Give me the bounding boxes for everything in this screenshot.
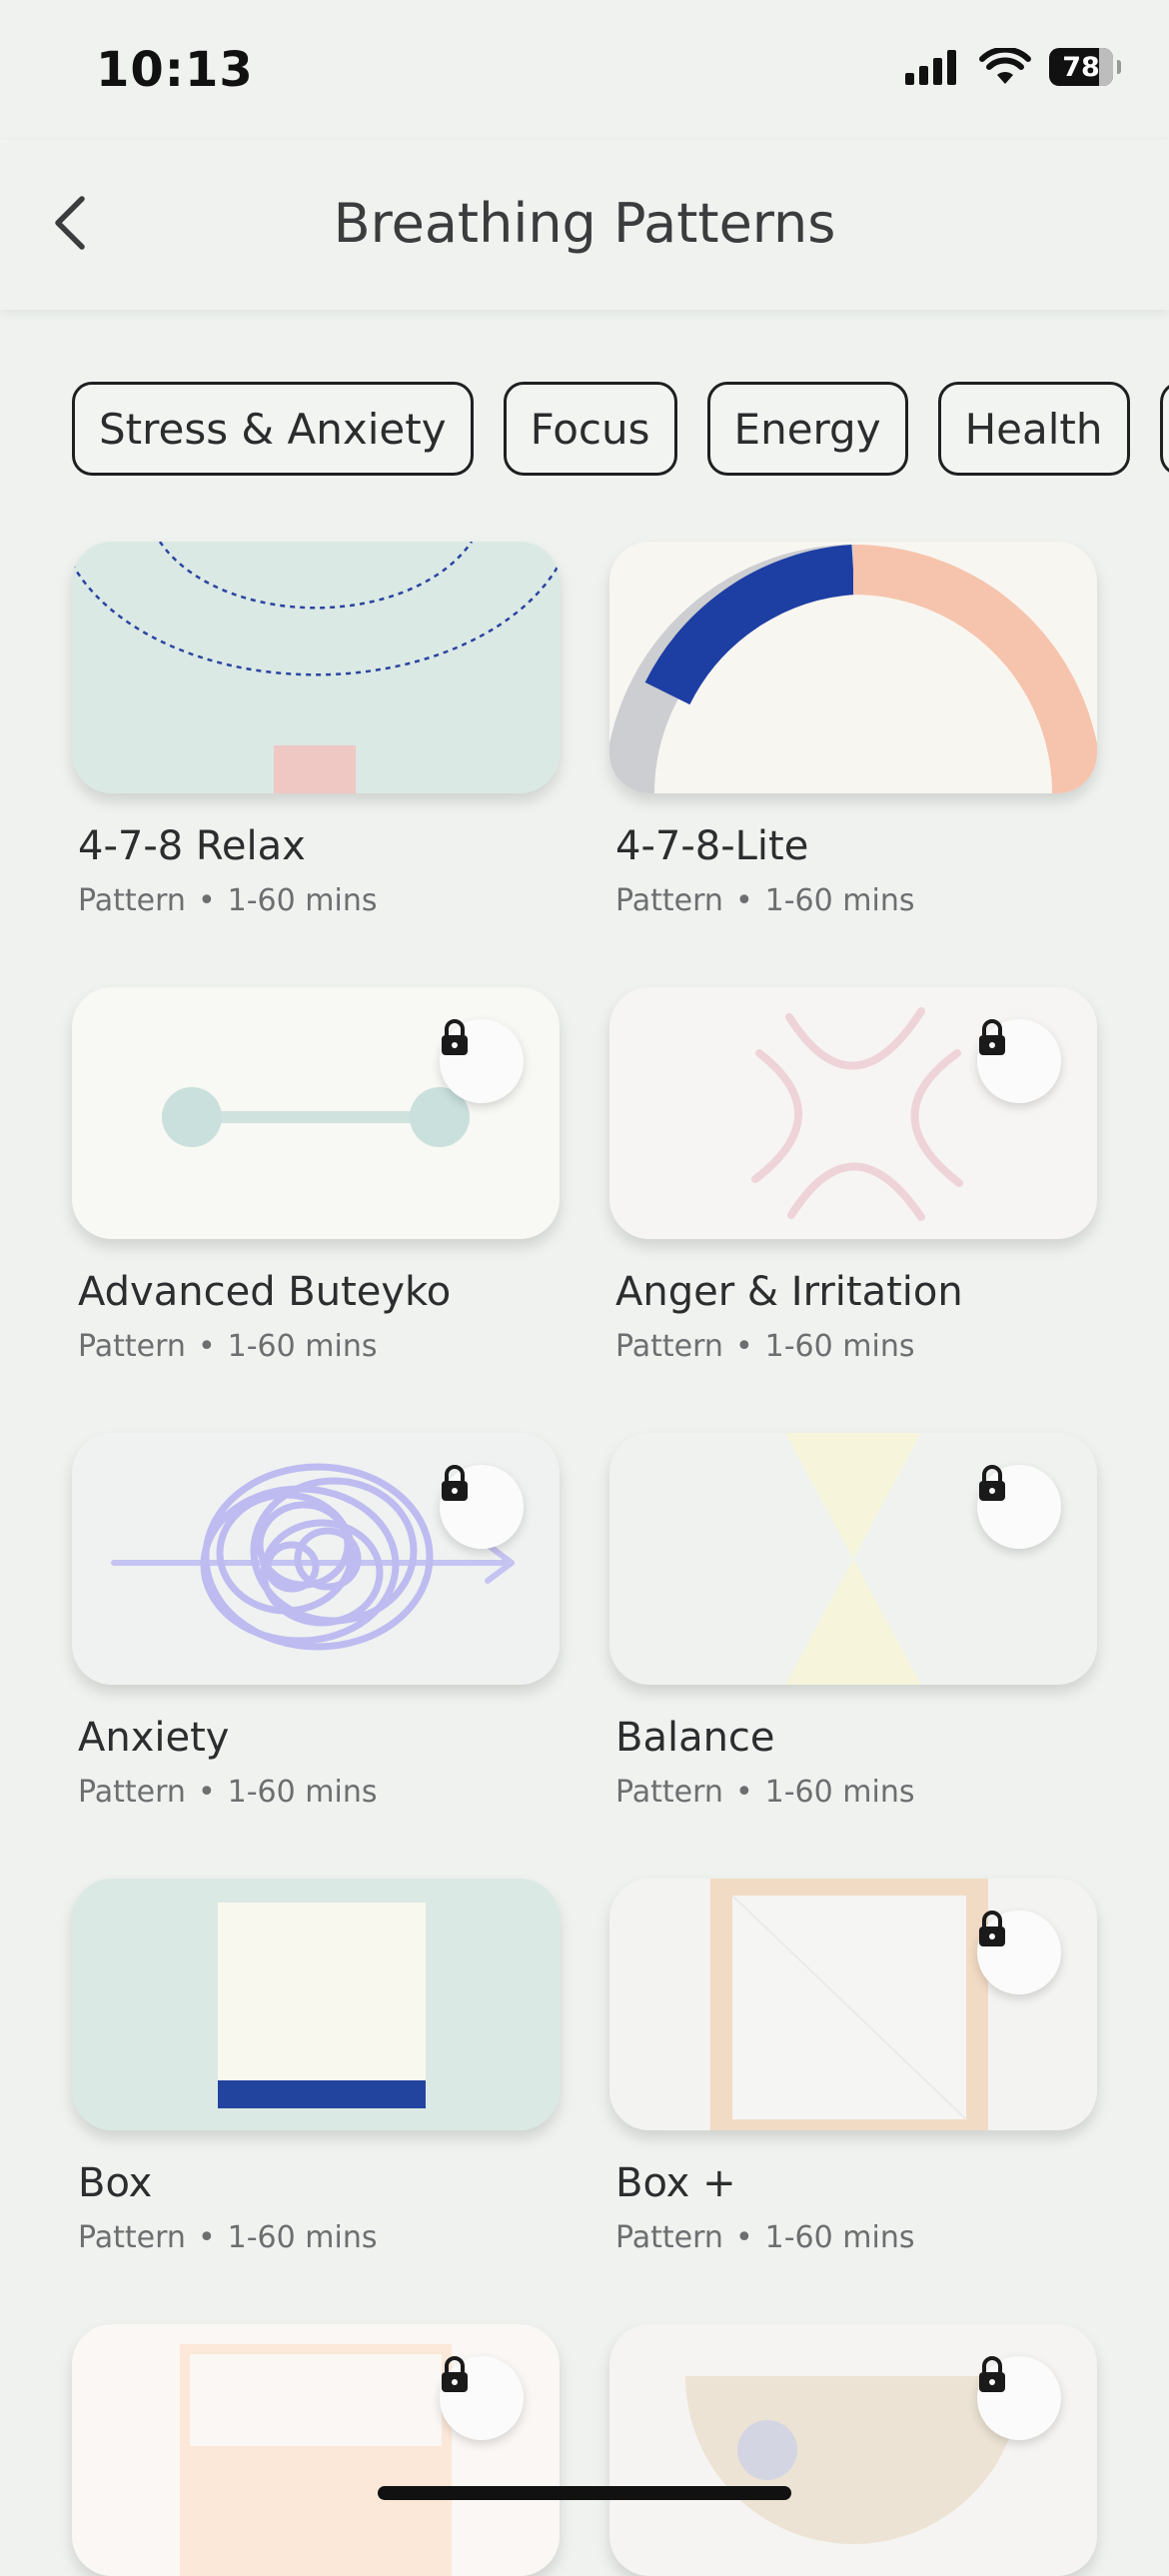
pattern-card[interactable]: Advanced Buteyko Pattern•1-60 mins — [72, 987, 560, 1364]
status-bar: 10:13 78 — [0, 0, 1169, 140]
lock-icon — [977, 1465, 1007, 1503]
home-indicator[interactable] — [378, 2486, 791, 2500]
pattern-thumbnail-partial-1[interactable] — [72, 2324, 560, 2576]
pattern-title: Box + — [615, 2160, 1097, 2206]
lock-badge — [977, 1911, 1061, 1994]
pattern-thumbnail-478-lite[interactable] — [609, 542, 1097, 793]
pattern-meta: Pattern•1-60 mins — [78, 1775, 560, 1810]
pattern-card[interactable]: Balance Pattern•1-60 mins — [609, 1433, 1097, 1810]
pattern-card[interactable]: Box + Pattern•1-60 mins — [609, 1879, 1097, 2255]
pattern-title: Balance — [615, 1715, 1097, 1761]
pattern-thumbnail-advanced-buteyko[interactable] — [72, 987, 560, 1239]
pattern-card[interactable]: 4-7-8 Relax Pattern•1-60 mins — [72, 542, 560, 918]
lock-badge — [440, 2356, 524, 2440]
lock-badge — [977, 1465, 1061, 1549]
pattern-meta: Pattern•1-60 mins — [78, 2220, 560, 2255]
lock-icon — [977, 2356, 1007, 2394]
lock-badge — [977, 1019, 1061, 1103]
lock-badge — [977, 2356, 1061, 2440]
pattern-thumbnail-478-relax[interactable] — [72, 542, 560, 793]
pattern-card[interactable]: Box Pattern•1-60 mins — [72, 1879, 560, 2255]
pattern-thumbnail-balance[interactable] — [609, 1433, 1097, 1685]
lock-icon — [977, 1019, 1007, 1057]
wifi-icon — [979, 48, 1031, 86]
header: Breathing Patterns — [0, 140, 1169, 310]
pattern-meta: Pattern•1-60 mins — [615, 1775, 1097, 1810]
lock-icon — [977, 1911, 1007, 1948]
pattern-thumbnail-partial-2[interactable] — [609, 2324, 1097, 2576]
pattern-meta: Pattern•1-60 mins — [615, 2220, 1097, 2255]
pattern-thumbnail-anger-irritation[interactable] — [609, 987, 1097, 1239]
pattern-meta: Pattern•1-60 mins — [615, 1329, 1097, 1364]
pattern-thumbnail-box-plus[interactable] — [609, 1879, 1097, 2130]
pattern-title: Anger & Irritation — [615, 1269, 1097, 1315]
pattern-card[interactable]: Anger & Irritation Pattern•1-60 mins — [609, 987, 1097, 1364]
pattern-meta: Pattern•1-60 mins — [78, 883, 560, 918]
chip-focus[interactable]: Focus — [504, 382, 677, 476]
category-filter-bar: Stress & Anxiety Focus Energy Health — [72, 382, 1169, 476]
pattern-title: Advanced Buteyko — [78, 1269, 560, 1315]
pattern-thumbnail-anxiety[interactable] — [72, 1433, 560, 1685]
pattern-card[interactable] — [72, 2324, 560, 2576]
pattern-thumbnail-box[interactable] — [72, 1879, 560, 2130]
pattern-title: 4-7-8 Relax — [78, 823, 560, 869]
lock-badge — [440, 1019, 524, 1103]
pattern-title: Anxiety — [78, 1715, 560, 1761]
pattern-meta: Pattern•1-60 mins — [78, 1329, 560, 1364]
lock-icon — [440, 1465, 470, 1503]
status-icons: 78 — [905, 48, 1113, 86]
status-time: 10:13 — [96, 42, 254, 98]
pattern-title: 4-7-8-Lite — [615, 823, 1097, 869]
lock-badge — [440, 1465, 524, 1549]
pattern-title: Box — [78, 2160, 560, 2206]
page-title: Breathing Patterns — [0, 192, 1169, 255]
chip-energy[interactable]: Energy — [707, 382, 908, 476]
chip-health[interactable]: Health — [938, 382, 1130, 476]
chip-stress-anxiety[interactable]: Stress & Anxiety — [72, 382, 474, 476]
chip-more[interactable] — [1160, 382, 1169, 476]
battery-level: 78 — [1062, 52, 1100, 83]
pattern-card[interactable] — [609, 2324, 1097, 2576]
lock-icon — [440, 2356, 470, 2394]
pattern-card[interactable]: Anxiety Pattern•1-60 mins — [72, 1433, 560, 1810]
lock-icon — [440, 1019, 470, 1057]
battery-icon: 78 — [1049, 48, 1113, 86]
pattern-meta: Pattern•1-60 mins — [615, 883, 1097, 918]
pattern-card[interactable]: 4-7-8-Lite Pattern•1-60 mins — [609, 542, 1097, 918]
cellular-signal-icon — [905, 49, 961, 85]
